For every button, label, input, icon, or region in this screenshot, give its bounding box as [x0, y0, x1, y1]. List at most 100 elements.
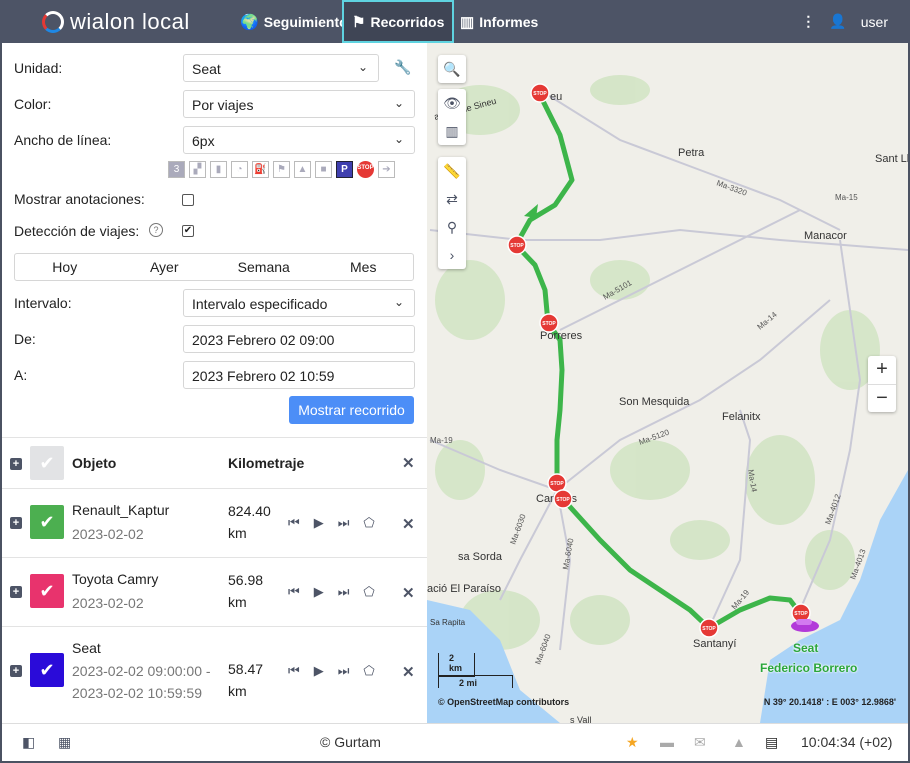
- geofence-icon[interactable]: ⬠: [363, 515, 374, 531]
- tab-informes[interactable]: ▥ Informes: [452, 0, 546, 43]
- layout-icon[interactable]: ▤: [765, 734, 778, 751]
- track-date: 2023-02-02 09:00:00 - 2023-02-02 10:59:59: [72, 660, 211, 704]
- annotations-checkbox[interactable]: [182, 194, 194, 206]
- rewind-icon[interactable]: ⏮: [288, 663, 300, 679]
- tab-label: Recorridos: [370, 13, 445, 30]
- map[interactable]: Petra Sant Ll Manacor Son Mesquida Felan…: [427, 43, 908, 723]
- map-icon[interactable]: ▥: [445, 117, 458, 145]
- checkered-flag-icon: ⚑: [352, 13, 366, 31]
- delete-all-icon[interactable]: ✕: [402, 454, 415, 472]
- trip-detection-checkbox[interactable]: ✔: [182, 225, 194, 237]
- delete-track-icon[interactable]: ✕: [402, 663, 415, 681]
- favorites-star-icon[interactable]: ★: [626, 734, 639, 751]
- play-icon[interactable]: ▶: [314, 584, 324, 600]
- ruler-icon[interactable]: 📏: [443, 157, 460, 185]
- route-icon[interactable]: ⇄: [446, 185, 458, 213]
- video-icon[interactable]: ■: [315, 161, 332, 178]
- period-yesterday[interactable]: Ayer: [115, 254, 215, 280]
- track-options-toolbar: 3 ▞ ▮ ◔ ⛽ ⚑ ▲ ■ P STOP ➔: [168, 161, 395, 178]
- tab-seguimiento[interactable]: 🌍 Seguimiento: [232, 0, 356, 43]
- geofence-icon[interactable]: ⬠: [363, 663, 374, 679]
- fuel-station-icon[interactable]: ⛽: [252, 161, 269, 178]
- track-name: Seat: [72, 640, 101, 656]
- speedometer-icon[interactable]: ◔: [231, 161, 248, 178]
- flag-icon[interactable]: ⚑: [273, 161, 290, 178]
- geofence-icon[interactable]: ⬠: [363, 584, 374, 600]
- expand-icon[interactable]: +: [10, 586, 22, 598]
- direction-arrow-icon: [524, 204, 538, 218]
- globe-icon: 🌍: [240, 13, 259, 31]
- zoom-out-button[interactable]: −: [868, 384, 896, 412]
- messages-icon[interactable]: ✉: [694, 734, 706, 751]
- color-select[interactable]: Por viajes ⌄: [183, 90, 415, 118]
- toggle-panel-icon[interactable]: ◧: [22, 734, 35, 751]
- geofence-icon[interactable]: ⚲: [447, 213, 457, 241]
- table-header: + ✔ Objeto Kilometraje ✕: [2, 437, 427, 488]
- numbering-icon[interactable]: 3: [168, 161, 185, 178]
- arrow-right-icon[interactable]: ➔: [378, 161, 395, 178]
- search-icon[interactable]: 🔍: [443, 55, 460, 83]
- period-week[interactable]: Semana: [214, 254, 314, 280]
- place-label: s Vall: [570, 715, 591, 723]
- more-menu-icon[interactable]: ⋮: [801, 13, 815, 30]
- to-input[interactable]: 2023 Febrero 02 10:59: [183, 361, 415, 389]
- notifications-icon[interactable]: ▬: [660, 734, 674, 750]
- period-month[interactable]: Mes: [314, 254, 414, 280]
- events-icon[interactable]: ▞: [189, 161, 206, 178]
- map-attribution[interactable]: © OpenStreetMap contributors: [438, 697, 569, 707]
- delete-track-icon[interactable]: ✕: [402, 584, 415, 602]
- interval-select[interactable]: Intervalo especificado ⌄: [183, 289, 415, 317]
- show-track-button[interactable]: Mostrar recorrido: [289, 396, 414, 424]
- clock: 10:04:34 (+02): [801, 734, 893, 750]
- tab-recorridos[interactable]: ⚑ Recorridos: [342, 0, 454, 43]
- track-date: 2023-02-02: [72, 526, 144, 542]
- rewind-icon[interactable]: ⏮: [288, 515, 300, 531]
- delete-track-icon[interactable]: ✕: [402, 515, 415, 533]
- track-checkbox[interactable]: ✔: [30, 653, 64, 687]
- fast-forward-icon[interactable]: ⏭: [338, 663, 350, 679]
- user-icon[interactable]: 👤: [829, 13, 846, 30]
- rewind-icon[interactable]: ⏮: [288, 584, 300, 600]
- stop-icon[interactable]: STOP: [357, 161, 374, 178]
- gallery-icon[interactable]: ▲: [732, 734, 746, 750]
- select-all-checkbox[interactable]: ✔: [30, 446, 64, 480]
- help-icon[interactable]: ?: [149, 223, 163, 237]
- place-label: sa Sorda: [458, 551, 503, 563]
- period-today[interactable]: Hoy: [15, 254, 115, 280]
- scale-mi: 2 mi: [438, 675, 513, 688]
- line-width-select[interactable]: 6px ⌄: [183, 126, 415, 154]
- image-icon[interactable]: ▲: [294, 161, 311, 178]
- table-row: + ✔ Seat 2023-02-02 09:00:00 -2023-02-02…: [2, 626, 427, 716]
- to-value: 2023 Febrero 02 10:59: [192, 368, 335, 384]
- play-icon[interactable]: ▶: [314, 663, 324, 679]
- fuel-icon[interactable]: ▮: [210, 161, 227, 178]
- expand-icon[interactable]: +: [10, 665, 22, 677]
- mileage-value: 824.40: [228, 503, 271, 519]
- fast-forward-icon[interactable]: ⏭: [338, 515, 350, 531]
- expand-all-icon[interactable]: +: [10, 458, 22, 470]
- place-label: Sa Rapita: [430, 618, 466, 627]
- track-mileage: 56.98 km: [228, 569, 263, 613]
- from-input[interactable]: 2023 Febrero 02 09:00: [183, 325, 415, 353]
- wialon-logo[interactable]: wialon local: [42, 9, 190, 35]
- parking-icon[interactable]: P: [336, 161, 353, 178]
- chevron-right-icon[interactable]: ›: [450, 241, 455, 269]
- wrench-icon[interactable]: 🔧: [394, 59, 411, 76]
- vehicle-marker[interactable]: [791, 619, 819, 632]
- apps-grid-icon[interactable]: ▦: [58, 734, 71, 751]
- track-checkbox[interactable]: ✔: [30, 574, 64, 608]
- place-label: eu: [550, 91, 562, 103]
- track-checkbox[interactable]: ✔: [30, 505, 64, 539]
- expand-icon[interactable]: +: [10, 517, 22, 529]
- user-name[interactable]: user: [861, 14, 888, 30]
- map-measure-tools: 📏 ⇄ ⚲ ›: [438, 157, 466, 269]
- play-icon[interactable]: ▶: [314, 515, 324, 531]
- stop-marker-label: STOP: [510, 243, 524, 249]
- fast-forward-icon[interactable]: ⏭: [338, 584, 350, 600]
- color-label: Color:: [14, 96, 52, 112]
- eye-icon[interactable]: 👁: [443, 89, 461, 117]
- zoom-in-button[interactable]: +: [868, 356, 896, 384]
- svg-text:Ma-6040: Ma-6040: [533, 632, 552, 665]
- unit-select[interactable]: Seat ⌄: [183, 54, 379, 82]
- line-width-label: Ancho de línea:: [14, 132, 112, 148]
